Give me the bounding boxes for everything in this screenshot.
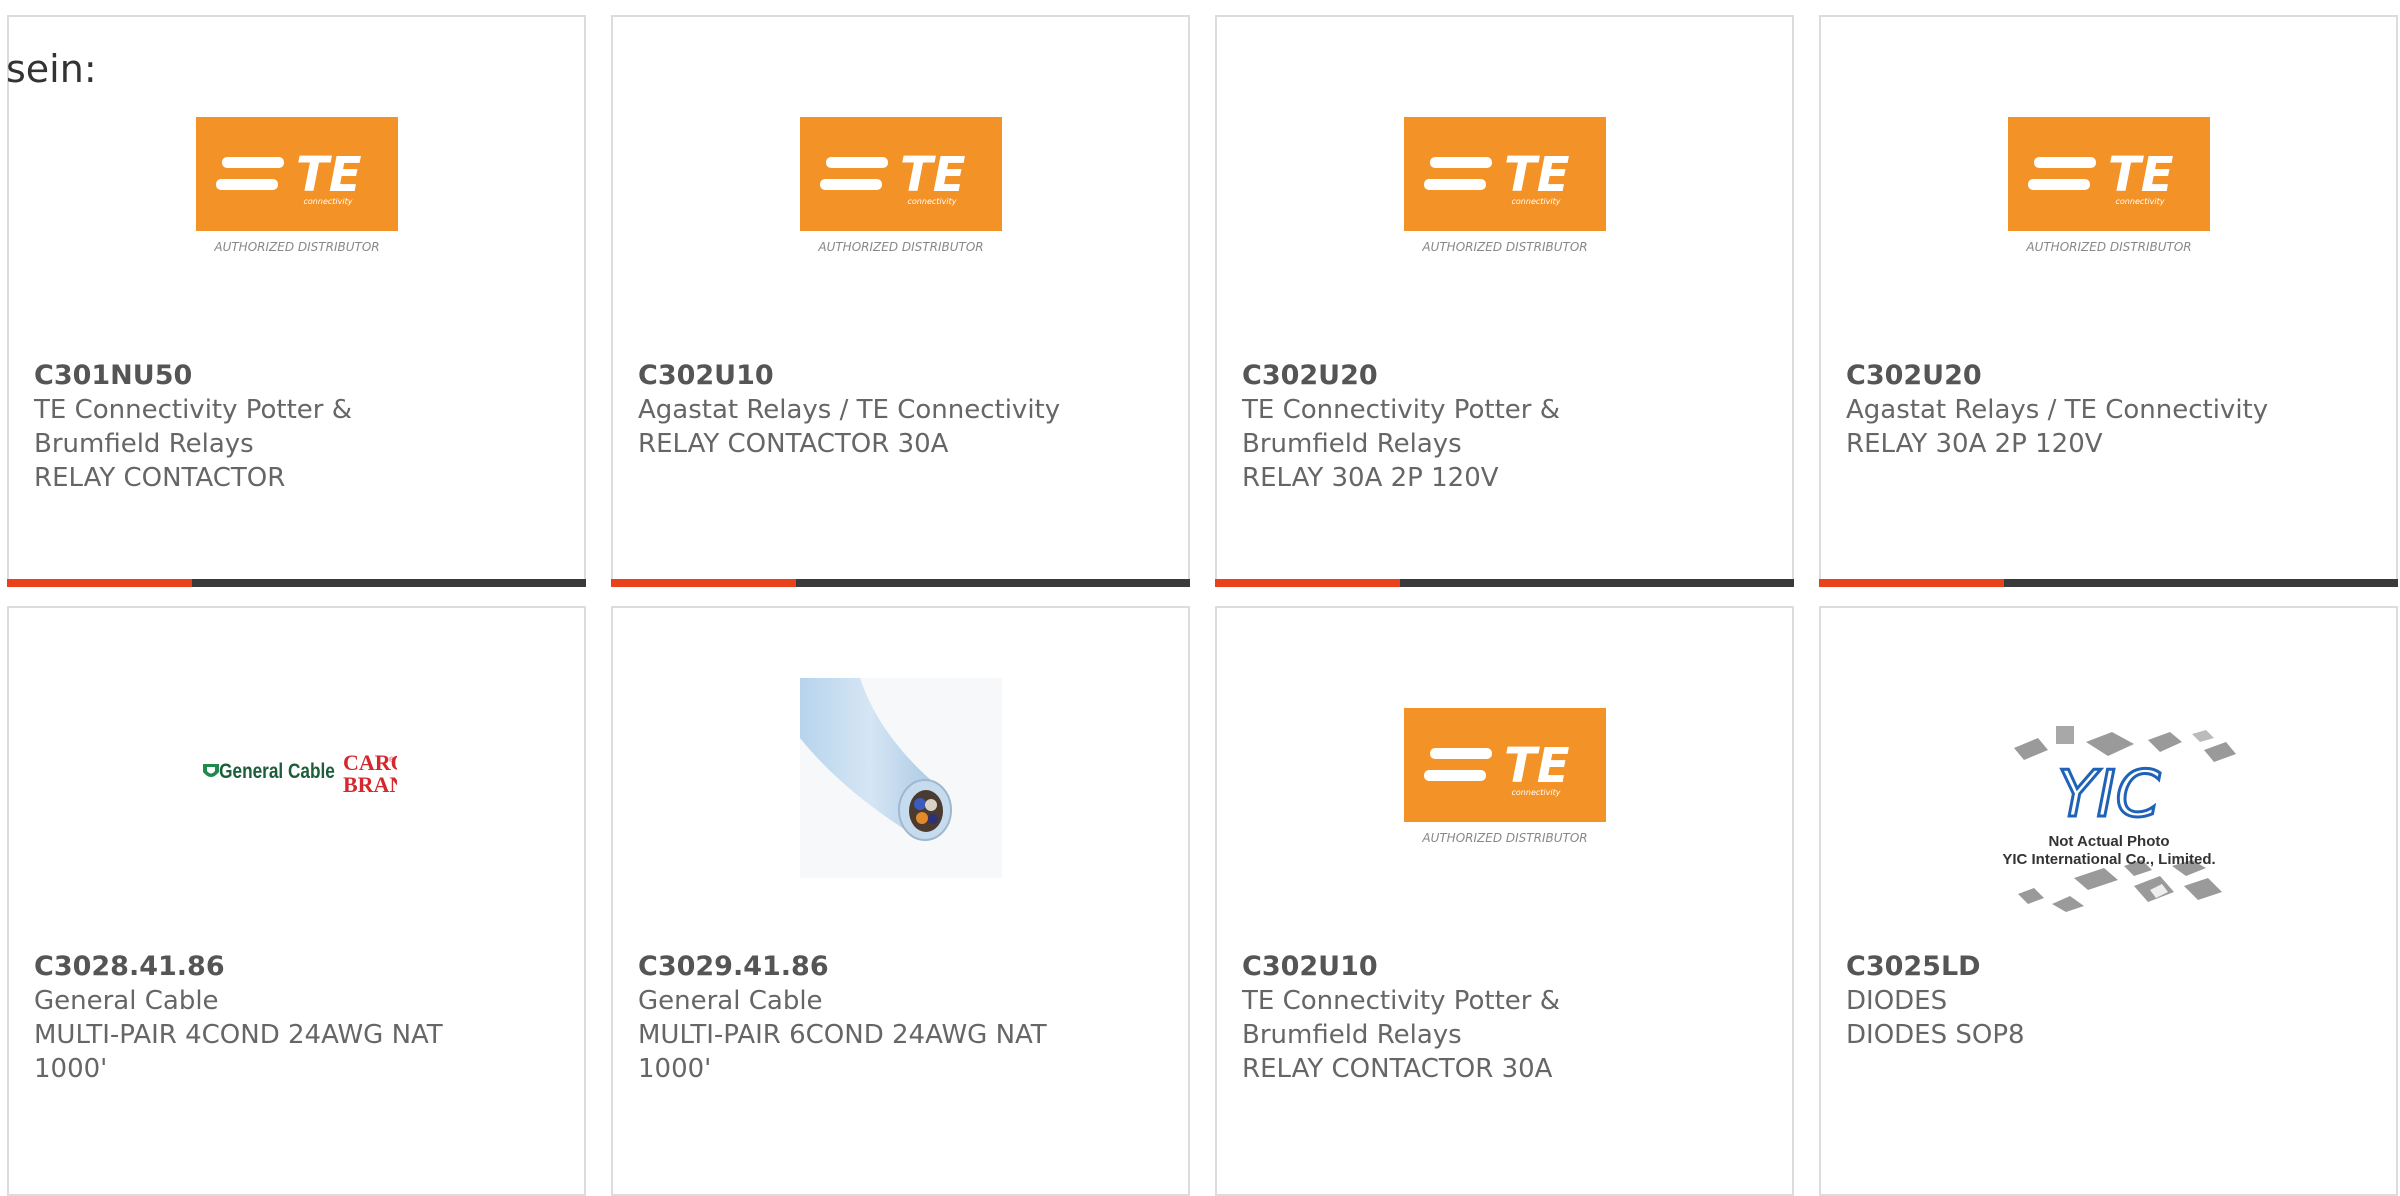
part-number[interactable]: C302U10	[638, 359, 1060, 393]
card-progress-bar	[611, 579, 1190, 587]
svg-text:connectivity: connectivity	[1511, 788, 1560, 797]
svg-text:Not Actual Photo: Not Actual Photo	[2048, 833, 2169, 850]
progress-fill	[611, 579, 797, 587]
part-number[interactable]: C302U20	[1846, 359, 2268, 393]
part-number[interactable]: C3025LD	[1846, 950, 2025, 984]
product-card[interactable]: YIC Not Actual Photo YIC International C…	[1819, 606, 2398, 1196]
manufacturer: TE Connectivity Potter &	[1242, 986, 1561, 1016]
description: RELAY CONTACTOR	[34, 463, 286, 493]
manufacturer: Agastat Relays / TE Connectivity	[1846, 395, 2269, 425]
svg-text:TE: TE	[2108, 147, 2174, 203]
svg-text:connectivity: connectivity	[907, 197, 956, 206]
manufacturer: TE Connectivity Potter &	[34, 395, 353, 425]
svg-text:connectivity: connectivity	[2115, 197, 2164, 206]
svg-text:TE: TE	[900, 147, 966, 203]
card-progress-bar	[7, 579, 586, 587]
svg-text:®: ®	[389, 756, 395, 764]
product-card[interactable]: C3029.41.86 General Cable MULTI-PAIR 6CO…	[611, 606, 1190, 1196]
part-number[interactable]: C3028.41.86	[34, 950, 443, 984]
cable-photo	[613, 678, 1188, 878]
svg-text:AUTHORIZED DISTRIBUTOR: AUTHORIZED DISTRIBUTOR	[1421, 240, 1587, 254]
part-number[interactable]: C302U20	[1242, 359, 1560, 393]
svg-text:AUTHORIZED DISTRIBUTOR: AUTHORIZED DISTRIBUTOR	[213, 240, 379, 254]
te-connectivity-logo: TE connectivity AUTHORIZED DISTRIBUTOR	[9, 117, 584, 267]
svg-text:General Cable: General Cable	[219, 761, 335, 784]
manufacturer: General Cable	[34, 986, 219, 1016]
part-number[interactable]: C301NU50	[34, 359, 352, 393]
manufacturer: DIODES	[1846, 986, 1948, 1016]
manufacturer-line2: Brumfield Relays	[1242, 1020, 1462, 1050]
product-card[interactable]: TE connectivity AUTHORIZED DISTRIBUTOR C…	[7, 15, 586, 587]
product-card[interactable]: TE connectivity AUTHORIZED DISTRIBUTOR C…	[611, 15, 1190, 587]
product-card[interactable]: TE connectivity AUTHORIZED DISTRIBUTOR C…	[1215, 15, 1794, 587]
description: MULTI-PAIR 6COND 24AWG NAT	[638, 1020, 1047, 1050]
part-number[interactable]: C302U10	[1242, 950, 1560, 984]
manufacturer: General Cable	[638, 986, 823, 1016]
progress-fill	[7, 579, 193, 587]
svg-text:AUTHORIZED DISTRIBUTOR: AUTHORIZED DISTRIBUTOR	[2025, 240, 2191, 254]
yic-placeholder-image: YIC Not Actual Photo YIC International C…	[1821, 698, 2396, 912]
svg-text:connectivity: connectivity	[1511, 197, 1560, 206]
product-card[interactable]: TE connectivity AUTHORIZED DISTRIBUTOR C…	[1215, 606, 1794, 1196]
svg-text:YIC International Co., Limited: YIC International Co., Limited.	[2002, 851, 2215, 868]
product-card[interactable]: TE connectivity AUTHORIZED DISTRIBUTOR C…	[1819, 15, 2398, 587]
te-connectivity-logo: TE connectivity AUTHORIZED DISTRIBUTOR	[1821, 117, 2396, 267]
svg-text:AUTHORIZED DISTRIBUTOR: AUTHORIZED DISTRIBUTOR	[817, 240, 983, 254]
description: DIODES SOP8	[1846, 1020, 2025, 1050]
description: RELAY CONTACTOR 30A	[1242, 1054, 1553, 1084]
te-connectivity-logo: TE connectivity AUTHORIZED DISTRIBUTOR	[1217, 117, 1792, 267]
manufacturer: TE Connectivity Potter &	[1242, 395, 1561, 425]
svg-text:AUTHORIZED DISTRIBUTOR: AUTHORIZED DISTRIBUTOR	[1421, 831, 1587, 845]
description-line2: 1000'	[34, 1054, 108, 1084]
manufacturer-line2: Brumfield Relays	[1242, 429, 1462, 459]
progress-fill	[1819, 579, 2005, 587]
description: MULTI-PAIR 4COND 24AWG NAT	[34, 1020, 443, 1050]
te-connectivity-logo: TE connectivity AUTHORIZED DISTRIBUTOR	[613, 117, 1188, 267]
svg-text:TE: TE	[1504, 738, 1570, 794]
manufacturer: Agastat Relays / TE Connectivity	[638, 395, 1061, 425]
product-grid: TE connectivity AUTHORIZED DISTRIBUTOR C…	[0, 0, 2400, 1196]
svg-text:TE: TE	[296, 147, 362, 203]
product-card[interactable]: General Cable CAROL BRAND ® C3028.41.86 …	[7, 606, 586, 1196]
svg-text:YIC: YIC	[2057, 758, 2160, 832]
description: RELAY 30A 2P 120V	[1846, 429, 2103, 459]
svg-text:connectivity: connectivity	[303, 197, 352, 206]
description-line2: 1000'	[638, 1054, 712, 1084]
intro-text: sein:	[6, 47, 97, 91]
description: RELAY 30A 2P 120V	[1242, 463, 1499, 493]
card-progress-bar	[1819, 579, 2398, 587]
card-progress-bar	[1215, 579, 1794, 587]
svg-text:BRAND: BRAND	[343, 772, 397, 797]
general-cable-logo: General Cable CAROL BRAND ®	[9, 748, 584, 898]
manufacturer-line2: Brumfield Relays	[34, 429, 254, 459]
te-connectivity-logo: TE connectivity AUTHORIZED DISTRIBUTOR	[1217, 708, 1792, 858]
progress-fill	[1215, 579, 1401, 587]
svg-text:TE: TE	[1504, 147, 1570, 203]
part-number[interactable]: C3029.41.86	[638, 950, 1047, 984]
description: RELAY CONTACTOR 30A	[638, 429, 949, 459]
